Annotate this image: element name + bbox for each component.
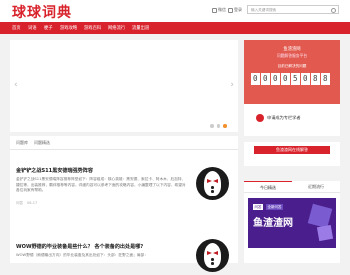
counter-digit: 0 <box>281 73 290 85</box>
list-item[interactable]: 金铲铲之战S11黑安德瑞强势阵容 金铲铲之战S11黑安德瑞阵容推荐阵型如下：阵容… <box>16 167 231 206</box>
banner-tag: 问答 <box>253 204 263 210</box>
carousel-dot[interactable] <box>210 124 214 128</box>
wechat-icon <box>212 7 217 13</box>
tab-question-picks[interactable]: 问题精选 <box>34 140 50 146</box>
article-desc: 金铲铲之战S11黑安德瑞阵容推荐阵型如下：阵容组成：核心英雄：黑安德、索拉卡、阿… <box>16 177 186 192</box>
counter-digit: 8 <box>311 73 320 85</box>
carousel-dot-active[interactable] <box>223 124 227 128</box>
nav-item-trending[interactable]: 网络流行 <box>108 25 125 31</box>
article-date: 06-17 <box>27 201 38 205</box>
nav-item-game-wiki[interactable]: 游戏百科 <box>84 25 101 31</box>
tab-question-bank[interactable]: 问题库 <box>16 140 28 146</box>
apply-columnist-link[interactable]: 申请成为专栏学者 <box>256 114 301 122</box>
thumb-button <box>211 186 214 189</box>
answer-box: 鱼渣渣网在线解答 <box>244 142 340 166</box>
banner-title: 鱼渣渣网 <box>253 218 293 229</box>
search-placeholder: 输入关键词搜索 <box>251 8 277 12</box>
online-answer-button[interactable]: 鱼渣渣网在线解答 <box>254 146 330 154</box>
bowtie-icon <box>207 179 218 184</box>
counter-digit: 8 <box>321 73 330 85</box>
login-label: 登录 <box>234 7 242 12</box>
nav-item-words[interactable]: 词语 <box>28 25 37 31</box>
article-thumbnail[interactable] <box>196 239 229 272</box>
thumb-button <box>211 262 214 265</box>
promo-title: 鱼渣渣网 <box>283 47 301 52</box>
banner-tag-secondary: 全新问答 <box>266 204 283 210</box>
carousel[interactable]: ‹ › <box>10 40 238 132</box>
carousel-next-button[interactable]: › <box>230 80 234 90</box>
solved-counter: 0 0 0 0 5 0 8 8 <box>251 73 330 85</box>
promo-image[interactable]: 问答 全新问答 鱼渣渣网 <box>248 198 336 248</box>
article-thumbnail[interactable] <box>196 167 229 200</box>
search-icon[interactable] <box>331 7 336 13</box>
sidebar-tabs: 今日精选 近期流行 <box>244 181 340 193</box>
user-icon <box>228 7 233 13</box>
counter-digit: 0 <box>271 73 280 85</box>
nav-item-debut[interactable]: 流量出道 <box>132 25 149 31</box>
bowtie-icon <box>207 251 218 256</box>
carousel-dots <box>210 124 227 128</box>
promo-subtitle: 问题解答服务平台 <box>276 53 308 58</box>
article-desc: WOW野德（熊德输出方向）的毕业装备及其出处如下：头部：狂野之面；肩部： <box>16 253 148 257</box>
wechat-label: 微信 <box>218 7 226 12</box>
tab-today-picks[interactable]: 今日精选 <box>244 181 292 193</box>
counter-digit: 5 <box>291 73 300 85</box>
content-tabs: 问题库 问题精选 <box>10 136 238 150</box>
nav-item-game-guides[interactable]: 游戏攻略 <box>60 25 77 31</box>
article-meta: 问答 06-17 <box>16 201 231 206</box>
carousel-prev-button[interactable]: ‹ <box>14 80 18 90</box>
columnist-icon <box>256 114 264 122</box>
article-category: 问答 <box>16 201 23 205</box>
nav-item-home[interactable]: 首页 <box>12 25 21 31</box>
header: 球球词典 微信 登录 输入关键词搜索 <box>0 0 350 22</box>
carousel-dot[interactable] <box>216 124 220 128</box>
apply-label: 申请成为专栏学者 <box>267 115 301 120</box>
counter-digit: 0 <box>251 73 260 85</box>
promo-card: 鱼渣渣网 问题解答服务平台 目前已解决的问题 0 0 0 0 5 0 8 8 申… <box>244 40 340 136</box>
counter-digit: 0 <box>301 73 310 85</box>
counter-digit: 0 <box>261 73 270 85</box>
promo-count-label: 目前已解决的问题 <box>277 64 307 68</box>
nav-item-memes[interactable]: 梗子 <box>44 25 53 31</box>
search-input[interactable]: 输入关键词搜索 <box>247 5 339 14</box>
wechat-link[interactable]: 微信 <box>212 7 226 13</box>
promo-banner: 鱼渣渣网 问题解答服务平台 目前已解决的问题 0 0 0 0 5 0 8 8 <box>244 40 340 104</box>
site-logo[interactable]: 球球词典 <box>12 2 72 22</box>
thumb-button <box>211 190 214 193</box>
sidebar-content: 问答 全新问答 鱼渣渣网 <box>244 193 340 263</box>
article-list: 金铲铲之战S11黑安德瑞强势阵容 金铲铲之战S11黑安德瑞阵容推荐阵型如下：阵容… <box>10 150 238 272</box>
tab-recent-trending[interactable]: 近期流行 <box>292 181 340 193</box>
decor-shape <box>316 224 334 242</box>
thumb-button <box>211 258 214 261</box>
main-nav: 首页 词语 梗子 游戏攻略 游戏百科 网络流行 流量出道 <box>0 22 350 34</box>
login-link[interactable]: 登录 <box>228 7 242 13</box>
